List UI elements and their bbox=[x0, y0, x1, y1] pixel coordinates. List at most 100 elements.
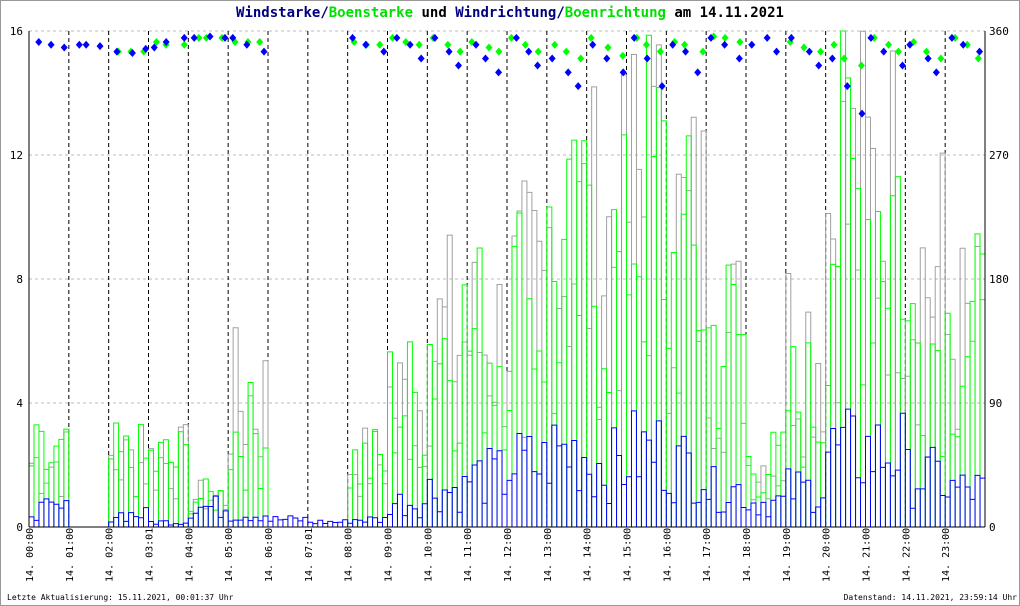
windrichtung-point bbox=[694, 68, 702, 77]
x-tick-label: 14. 10:00 bbox=[423, 528, 434, 582]
windrichtung-point bbox=[393, 33, 401, 42]
y-left-tick-label: 12 bbox=[10, 149, 23, 162]
windrichtung-point bbox=[976, 47, 984, 56]
boenrichtung-point bbox=[577, 54, 585, 63]
boenrichtung-point bbox=[721, 33, 729, 42]
windrichtung-point bbox=[815, 61, 823, 70]
boenrichtung-point bbox=[817, 47, 825, 56]
windrichtung-point bbox=[880, 47, 888, 56]
boenrichtung-point bbox=[456, 47, 464, 56]
x-tick-label: 14. 16:00 bbox=[662, 528, 673, 582]
windrichtung-point bbox=[748, 40, 756, 49]
x-tick-label: 14. 20:00 bbox=[822, 528, 833, 582]
windrichtung-point bbox=[603, 54, 611, 63]
boenrichtung-point bbox=[800, 43, 808, 52]
x-tick-label: 14. 09:00 bbox=[384, 528, 395, 582]
windrichtung-point bbox=[75, 40, 83, 49]
boenrichtung-point bbox=[587, 33, 595, 42]
windrichtung-point bbox=[35, 38, 43, 47]
y-left-tick-label: 16 bbox=[10, 25, 23, 38]
windrichtung-point bbox=[658, 82, 666, 91]
windrichtung-point bbox=[858, 109, 866, 118]
windrichtung-point bbox=[47, 40, 55, 49]
boenrichtung-point bbox=[736, 38, 744, 47]
windrichtung-point bbox=[190, 33, 198, 42]
boenrichtung-point bbox=[551, 40, 559, 49]
windrichtung-point bbox=[805, 47, 813, 56]
boenrichtung-point bbox=[681, 40, 689, 49]
windrichtung-point bbox=[362, 40, 370, 49]
windrichtung-point bbox=[495, 68, 503, 77]
windrichtung-point bbox=[721, 40, 729, 49]
boenrichtung-point bbox=[180, 40, 188, 49]
windrichtung-point bbox=[417, 54, 425, 63]
windrichtung-point bbox=[773, 47, 781, 56]
y-right-tick-label: 0 bbox=[989, 521, 996, 534]
boenrichtung-point bbox=[604, 43, 612, 52]
boenrichtung-point bbox=[376, 40, 384, 49]
boenrichtung-point bbox=[642, 40, 650, 49]
windrichtung-point bbox=[512, 33, 520, 42]
x-tick-label: 14. 18:00 bbox=[742, 528, 753, 582]
windrichtung-point bbox=[932, 68, 940, 77]
windrichtung-point bbox=[180, 33, 188, 42]
y-left-tick-label: 0 bbox=[16, 521, 23, 534]
boenrichtung-point bbox=[415, 40, 423, 49]
windrichtung-point bbox=[60, 43, 68, 52]
x-tick-label: 14. 12:00 bbox=[503, 528, 514, 582]
boenrichtung-point bbox=[885, 40, 893, 49]
boenrichtung-point bbox=[894, 47, 902, 56]
y-right-tick-label: 180 bbox=[989, 273, 1009, 286]
x-tick-label: 14. 05:00 bbox=[224, 528, 235, 582]
windrichtung-point bbox=[96, 42, 104, 51]
windrichtung-point bbox=[828, 54, 836, 63]
boenrichtung-point bbox=[937, 54, 945, 63]
boenrichtung-point bbox=[656, 47, 664, 56]
windrichtung-point bbox=[574, 82, 582, 91]
chart-frame: Windstarke/Boenstarke und Windrichtung/B… bbox=[0, 0, 1020, 606]
y-left-tick-label: 4 bbox=[16, 397, 23, 410]
boenrichtung-point bbox=[922, 47, 930, 56]
boenrichtung-point bbox=[444, 40, 452, 49]
boenrichtung-point bbox=[830, 40, 838, 49]
x-tick-label: 14. 02:00 bbox=[105, 528, 116, 582]
windrichtung-point bbox=[380, 47, 388, 56]
windrichtung-point bbox=[481, 54, 489, 63]
windrichtung-point bbox=[82, 40, 90, 49]
windrichtung-point bbox=[525, 47, 533, 56]
boenrichtung-point bbox=[534, 47, 542, 56]
windrichtung-point bbox=[455, 61, 463, 70]
x-tick-label: 14. 04:00 bbox=[184, 528, 195, 582]
x-tick-label: 14. 15:00 bbox=[623, 528, 634, 582]
x-tick-label: 14. 14:00 bbox=[583, 528, 594, 582]
boenrichtung-point bbox=[485, 43, 493, 52]
y-right-tick-label: 90 bbox=[989, 397, 1002, 410]
footer-last-update: Letzte Aktualisierung: 15.11.2021, 00:01… bbox=[7, 593, 234, 602]
windrichtung-point bbox=[113, 47, 121, 56]
x-tick-label: 14. 13:00 bbox=[543, 528, 554, 582]
boenrichtung-point bbox=[840, 54, 848, 63]
boenrichtung-point bbox=[495, 47, 503, 56]
windrichtung-point bbox=[735, 54, 743, 63]
y-left-tick-label: 8 bbox=[16, 273, 23, 286]
x-tick-label: 14. 11:00 bbox=[463, 528, 474, 582]
boenrichtung-point bbox=[619, 51, 627, 60]
x-tick-label: 14. 01:00 bbox=[65, 528, 76, 582]
windrichtung-point bbox=[534, 61, 542, 70]
x-tick-label: 14. 22:00 bbox=[901, 528, 912, 582]
footer-data-state: Datenstand: 14.11.2021, 23:59:14 Uhr bbox=[843, 593, 1017, 602]
windrichtung-point bbox=[763, 33, 771, 42]
x-tick-label: 14. 08:00 bbox=[344, 528, 355, 582]
boenrichtung-point bbox=[857, 61, 865, 70]
windrichtung-point bbox=[843, 82, 851, 91]
boenrichtung-point bbox=[974, 54, 982, 63]
y-right-tick-label: 270 bbox=[989, 149, 1009, 162]
x-tick-label: 14. 00:00 bbox=[25, 528, 36, 582]
windrichtung-point bbox=[959, 40, 967, 49]
boenrichtung-point bbox=[521, 40, 529, 49]
windrichtung-point bbox=[564, 68, 572, 77]
x-tick-label: 14. 03:01 bbox=[145, 528, 156, 582]
plot-area: 0 0 4 90 8 180 12 270 16 360 14. 00:00 14. 01:00 14.… bbox=[10, 25, 1009, 582]
x-tick-label: 14. 07:01 bbox=[304, 528, 315, 582]
y-right-tick-label: 360 bbox=[989, 25, 1009, 38]
